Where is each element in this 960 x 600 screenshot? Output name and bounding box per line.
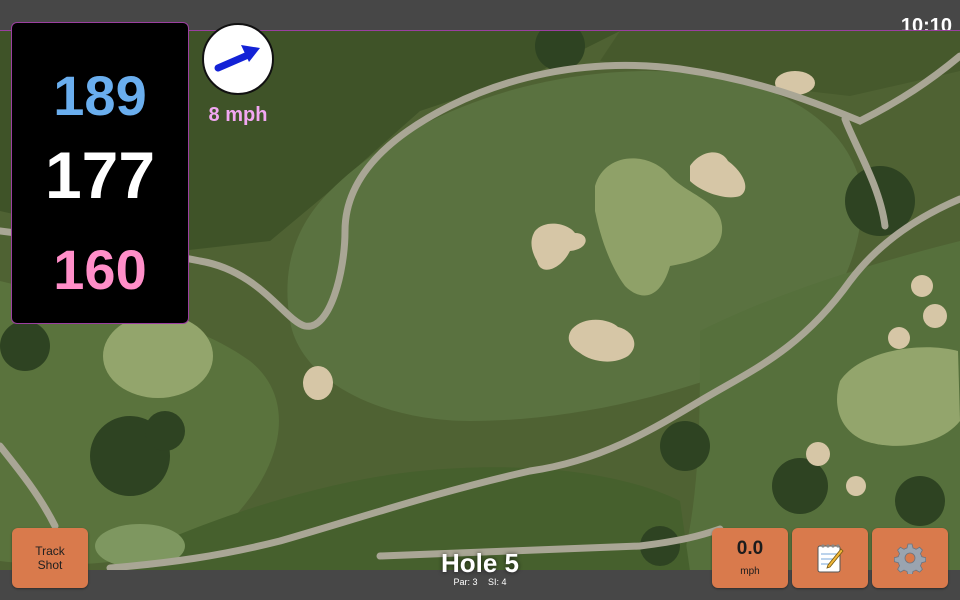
speed-button[interactable]: 0.0 mph bbox=[712, 528, 788, 588]
speed-value: 0.0 bbox=[736, 538, 764, 559]
hole-info: Par: 3 SI: 4 bbox=[380, 577, 580, 587]
notepad-icon bbox=[817, 544, 844, 573]
wind-speed: 8 mph bbox=[208, 104, 268, 126]
track-shot-label-line1: Track bbox=[35, 544, 65, 558]
track-shot-label-line2: Shot bbox=[37, 558, 63, 572]
distance-panel: 189 177 160 bbox=[11, 22, 189, 324]
wind-indicator bbox=[202, 23, 274, 95]
notes-button[interactable] bbox=[792, 528, 868, 588]
hole-title: Hole 5 bbox=[440, 548, 520, 578]
track-shot-button[interactable]: Track Shot bbox=[12, 528, 88, 588]
hole-stroke-index: SI: 4 bbox=[488, 577, 507, 587]
settings-button[interactable] bbox=[872, 528, 948, 588]
hole-par: Par: 3 bbox=[453, 577, 478, 587]
speed-unit: mph bbox=[740, 566, 760, 577]
gear-icon bbox=[894, 543, 926, 574]
back-distance: 189 bbox=[53, 64, 147, 127]
middle-distance: 177 bbox=[44, 138, 156, 212]
wind-arrow-icon bbox=[214, 45, 260, 72]
front-distance: 160 bbox=[53, 238, 147, 301]
